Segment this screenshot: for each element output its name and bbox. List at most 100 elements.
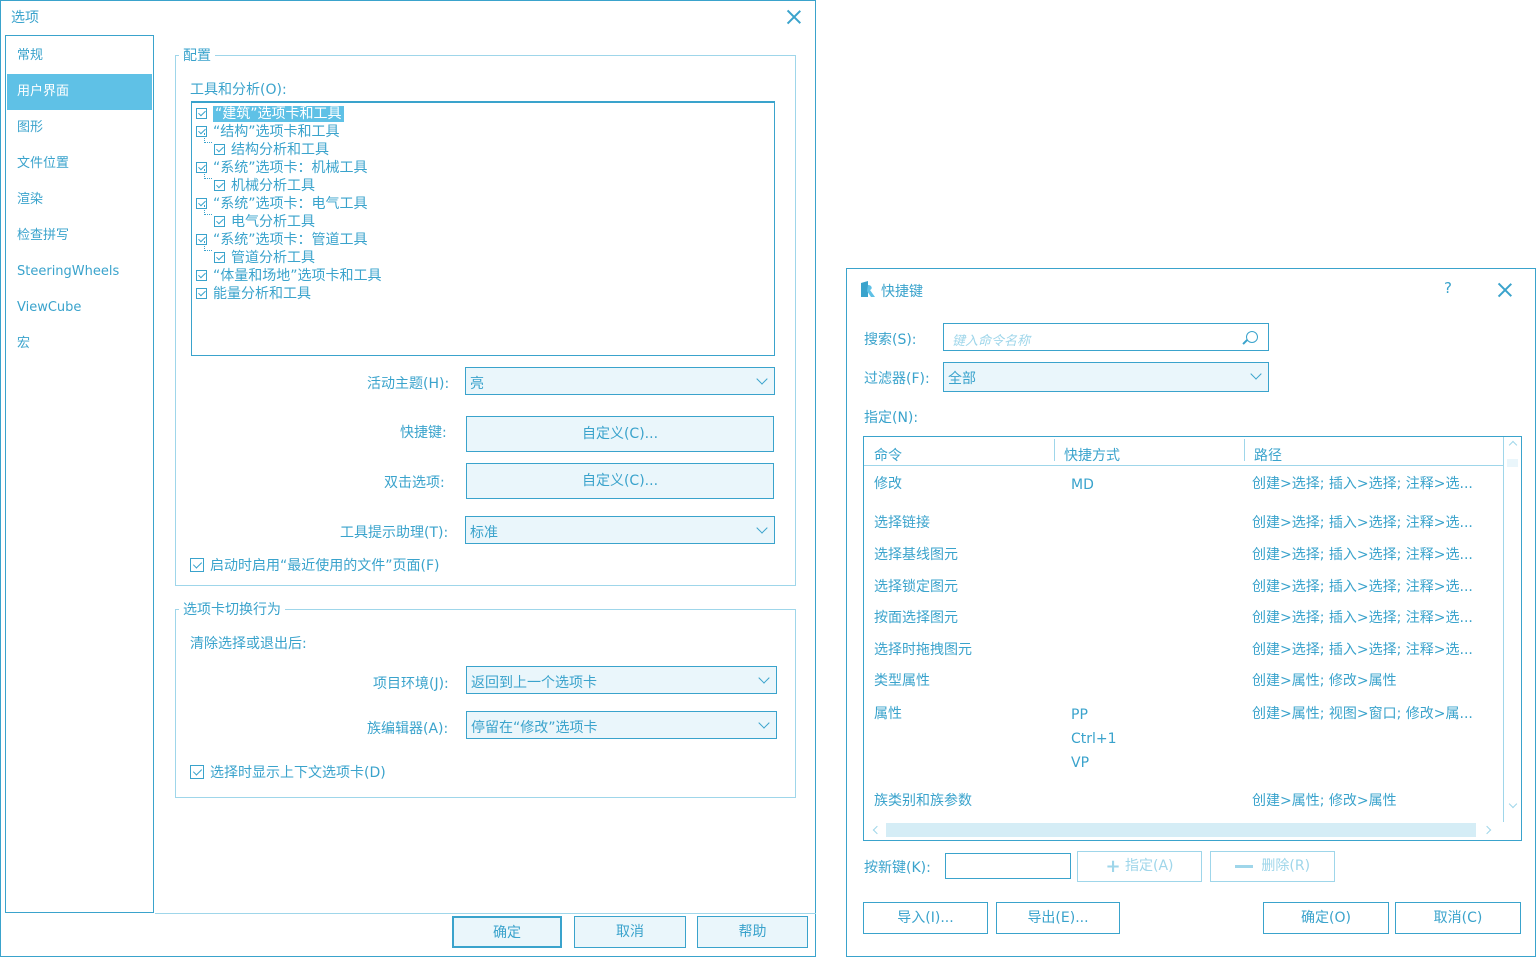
table-cell-path[interactable]: 创建>选择; 插入>选择; 注释>选... bbox=[1252, 639, 1473, 659]
tool-item[interactable]: 机械分析工具 bbox=[214, 177, 315, 195]
checkbox-checked-icon[interactable] bbox=[190, 558, 204, 572]
tool-item[interactable]: “系统”选项卡：电气工具 bbox=[196, 195, 368, 213]
nav-item-file-locations[interactable]: 文件位置 bbox=[7, 146, 152, 182]
new-key-input[interactable] bbox=[945, 853, 1071, 879]
chevron-down-icon bbox=[756, 522, 768, 534]
checkbox-checked-icon[interactable] bbox=[214, 215, 225, 227]
filter-label: 过滤器(F): bbox=[864, 371, 930, 387]
project-env-select[interactable]: 返回到上一个选项卡 bbox=[466, 666, 777, 694]
checkbox-checked-icon[interactable] bbox=[190, 765, 204, 779]
customize-dblclick-button[interactable]: 自定义(C)... bbox=[466, 463, 774, 499]
after-clear-label: 清除选择或退出后: bbox=[190, 636, 307, 652]
table-cell-path[interactable]: 创建>选择; 插入>选择; 注释>选... bbox=[1252, 473, 1473, 493]
checkbox-checked-icon[interactable] bbox=[196, 269, 207, 281]
cancel-button[interactable]: 取消(C) bbox=[1395, 902, 1521, 934]
chevron-down-icon bbox=[758, 672, 770, 684]
checkbox-checked-icon[interactable] bbox=[196, 287, 207, 299]
assign-button[interactable]: + 指定(A) bbox=[1077, 851, 1202, 882]
minus-icon bbox=[1234, 864, 1253, 868]
checkbox-checked-icon[interactable] bbox=[214, 179, 225, 191]
table-cell-command[interactable]: 族类别和族参数 bbox=[874, 790, 972, 810]
search-input[interactable]: 键入命令名称 bbox=[943, 323, 1269, 351]
checkbox-checked-icon[interactable] bbox=[214, 251, 225, 263]
table-cell-path[interactable]: 创建>选择; 插入>选择; 注释>选... bbox=[1252, 607, 1473, 627]
table-cell-shortcut[interactable]: Ctrl+1 bbox=[1071, 731, 1117, 747]
column-header-command[interactable]: 命令 bbox=[874, 445, 902, 465]
options-nav: 常规 用户界面 图形 文件位置 渲染 检查拼写 SteeringWheels V… bbox=[5, 35, 154, 913]
tool-item[interactable]: 管道分析工具 bbox=[214, 249, 315, 267]
tool-item[interactable]: “体量和场地”选项卡和工具 bbox=[196, 267, 382, 285]
nav-item-rendering[interactable]: 渲染 bbox=[7, 182, 152, 218]
column-header-path[interactable]: 路径 bbox=[1254, 445, 1282, 465]
shortcuts-label: 快捷键: bbox=[400, 425, 447, 441]
scroll-down-icon[interactable] bbox=[1508, 799, 1518, 809]
tool-item[interactable]: 结构分析和工具 bbox=[214, 141, 329, 159]
checkbox-checked-icon[interactable] bbox=[214, 143, 225, 155]
config-group-title: 配置 bbox=[179, 45, 215, 65]
customize-shortcuts-button[interactable]: 自定义(C)... bbox=[466, 416, 774, 452]
nav-item-viewcube[interactable]: ViewCube bbox=[7, 290, 152, 326]
table-cell-command[interactable]: 修改 bbox=[874, 473, 902, 493]
assign-label: 指定(N): bbox=[864, 410, 919, 426]
help-icon[interactable]: ? bbox=[1444, 279, 1452, 297]
table-cell-command[interactable]: 选择锁定图元 bbox=[874, 576, 958, 596]
table-cell-path[interactable]: 创建>属性; 修改>属性 bbox=[1252, 790, 1397, 810]
chevron-down-icon bbox=[758, 717, 770, 729]
table-cell-command[interactable]: 属性 bbox=[874, 703, 902, 723]
table-cell-shortcut[interactable]: VP bbox=[1071, 755, 1089, 771]
tool-item[interactable]: “系统”选项卡：管道工具 bbox=[196, 231, 368, 249]
table-cell-shortcut[interactable]: MD bbox=[1071, 477, 1094, 493]
ok-button[interactable]: 确定(O) bbox=[1263, 902, 1389, 934]
table-cell-path[interactable]: 创建>属性; 修改>属性 bbox=[1252, 670, 1397, 690]
export-button[interactable]: 导出(E)... bbox=[996, 902, 1120, 934]
table-cell-command[interactable]: 选择链接 bbox=[874, 512, 930, 532]
theme-select[interactable]: 亮 bbox=[465, 367, 775, 395]
scroll-left-icon[interactable] bbox=[872, 825, 882, 835]
table-cell-path[interactable]: 创建>属性; 视图>窗口; 修改>属... bbox=[1252, 703, 1473, 723]
shortcuts-table[interactable]: 命令 快捷方式 路径 修改 MD 创建>选择; 插入>选择; 注释>选... 选… bbox=[863, 436, 1522, 841]
scroll-thumb[interactable] bbox=[886, 823, 1476, 837]
help-button[interactable]: 帮助 bbox=[697, 916, 808, 948]
remove-button[interactable]: 删除(R) bbox=[1210, 851, 1335, 882]
tool-item[interactable]: “建筑”选项卡和工具 bbox=[196, 105, 344, 123]
nav-item-general[interactable]: 常规 bbox=[7, 38, 152, 74]
nav-item-steeringwheels[interactable]: SteeringWheels bbox=[7, 254, 152, 290]
nav-item-graphics[interactable]: 图形 bbox=[7, 110, 152, 146]
scroll-right-icon[interactable] bbox=[1482, 825, 1492, 835]
tooltip-select[interactable]: 标准 bbox=[465, 516, 775, 544]
tool-item[interactable]: 电气分析工具 bbox=[214, 213, 315, 231]
table-cell-command[interactable]: 选择时拖拽图元 bbox=[874, 639, 972, 659]
table-cell-command[interactable]: 选择基线图元 bbox=[874, 544, 958, 564]
tools-list[interactable]: “建筑”选项卡和工具 “结构”选项卡和工具 结构分析和工具 “系统”选项卡：机械… bbox=[191, 101, 775, 356]
import-button[interactable]: 导入(I)... bbox=[863, 902, 988, 934]
context-tab-option[interactable]: 选择时显示上下文选项卡(D) bbox=[190, 762, 386, 782]
table-cell-command[interactable]: 类型属性 bbox=[874, 670, 930, 690]
chevron-down-icon bbox=[756, 373, 768, 385]
recent-files-option[interactable]: 启动时启用“最近使用的文件”页面(F) bbox=[190, 555, 439, 575]
tool-item[interactable]: “系统”选项卡：机械工具 bbox=[196, 159, 368, 177]
table-cell-path[interactable]: 创建>选择; 插入>选择; 注释>选... bbox=[1252, 544, 1473, 564]
column-header-shortcut[interactable]: 快捷方式 bbox=[1064, 445, 1120, 465]
table-cell-shortcut[interactable]: PP bbox=[1071, 707, 1088, 723]
close-icon[interactable] bbox=[786, 9, 802, 25]
close-icon[interactable] bbox=[1497, 282, 1513, 298]
ok-button[interactable]: 确定 bbox=[452, 916, 562, 948]
search-icon[interactable] bbox=[1246, 331, 1258, 343]
cancel-button[interactable]: 取消 bbox=[574, 916, 686, 948]
tool-item[interactable]: “结构”选项卡和工具 bbox=[196, 123, 340, 141]
horizontal-scrollbar[interactable] bbox=[864, 820, 1521, 840]
family-editor-select[interactable]: 停留在“修改”选项卡 bbox=[466, 711, 777, 739]
scroll-up-icon[interactable] bbox=[1508, 440, 1518, 450]
scroll-thumb[interactable] bbox=[1507, 459, 1518, 467]
table-cell-path[interactable]: 创建>选择; 插入>选择; 注释>选... bbox=[1252, 512, 1473, 532]
nav-item-user-interface[interactable]: 用户界面 bbox=[7, 74, 152, 110]
filter-select[interactable]: 全部 bbox=[943, 362, 1269, 392]
checkbox-checked-icon[interactable] bbox=[196, 107, 207, 119]
tool-item[interactable]: 能量分析和工具 bbox=[196, 285, 311, 303]
vertical-scrollbar[interactable] bbox=[1503, 437, 1521, 822]
dialog-title: 快捷键 bbox=[881, 284, 923, 300]
table-cell-command[interactable]: 按面选择图元 bbox=[874, 607, 958, 627]
table-cell-path[interactable]: 创建>选择; 插入>选择; 注释>选... bbox=[1252, 576, 1473, 596]
nav-item-spelling[interactable]: 检查拼写 bbox=[7, 218, 152, 254]
nav-item-macros[interactable]: 宏 bbox=[7, 326, 152, 362]
